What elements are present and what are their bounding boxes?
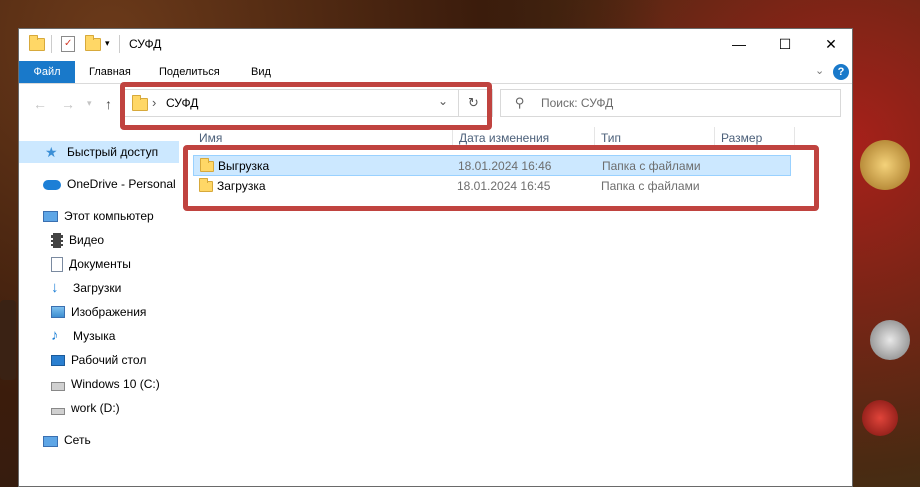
up-arrow-icon[interactable]: ↑ bbox=[105, 96, 112, 112]
download-icon: ↓ bbox=[51, 279, 59, 296]
sidebar-item-drive-d[interactable]: work (D:) bbox=[51, 397, 120, 419]
close-button[interactable]: ✕ bbox=[808, 29, 854, 59]
customize-toolbar-icon[interactable]: ▾ bbox=[105, 38, 110, 49]
sidebar-item-label: Музыка bbox=[73, 329, 116, 343]
drive-d-icon bbox=[51, 407, 65, 415]
search-icon: ⚲ bbox=[515, 95, 525, 110]
background-ornament bbox=[0, 300, 16, 380]
minimize-button[interactable]: — bbox=[716, 29, 762, 59]
sidebar-item-label: OneDrive - Personal bbox=[67, 177, 176, 191]
recent-locations-icon[interactable]: ▾ bbox=[87, 98, 92, 109]
drive-c-icon bbox=[51, 381, 65, 391]
sidebar-item-label: Изображения bbox=[71, 305, 147, 319]
background-ornament bbox=[860, 140, 910, 190]
window-title: СУФД bbox=[129, 37, 162, 51]
computer-icon bbox=[43, 210, 58, 222]
address-highlight-box bbox=[120, 82, 492, 130]
background-ornament bbox=[862, 400, 898, 436]
divider bbox=[119, 35, 120, 53]
video-icon bbox=[51, 232, 63, 248]
help-icon[interactable]: ? bbox=[833, 64, 849, 80]
sidebar-item-label: Сеть bbox=[64, 433, 91, 447]
sidebar-item-network[interactable]: Сеть bbox=[43, 429, 91, 451]
sidebar-item-label: Загрузки bbox=[73, 281, 122, 295]
background-ornament bbox=[870, 320, 910, 360]
tab-home[interactable]: Главная bbox=[79, 61, 141, 83]
sidebar-item-label: Быстрый доступ bbox=[67, 145, 159, 159]
new-folder-icon[interactable] bbox=[85, 35, 101, 54]
sidebar-item-label: work (D:) bbox=[71, 401, 120, 415]
network-icon bbox=[43, 435, 58, 447]
files-highlight-box bbox=[183, 145, 819, 211]
documents-icon bbox=[51, 256, 63, 272]
pictures-icon bbox=[51, 306, 65, 318]
sidebar-item-music[interactable]: ♪ Музыка bbox=[51, 325, 115, 347]
expand-ribbon-icon[interactable]: ⌄ bbox=[815, 64, 824, 77]
sidebar-item-desktop[interactable]: Рабочий стол bbox=[51, 349, 146, 371]
sidebar-item-label: Этот компьютер bbox=[64, 209, 154, 223]
sidebar-item-quick-access[interactable]: ★ Быстрый доступ bbox=[19, 141, 179, 163]
sidebar-item-label: Windows 10 (C:) bbox=[71, 377, 160, 391]
navigation-pane: ★ Быстрый доступ OneDrive - Personal Это… bbox=[19, 127, 179, 486]
sidebar-item-video[interactable]: Видео bbox=[51, 229, 104, 251]
music-icon: ♪ bbox=[51, 327, 59, 344]
folder-icon bbox=[29, 35, 45, 54]
sidebar-item-documents[interactable]: Документы bbox=[51, 253, 131, 275]
tab-share[interactable]: Поделиться bbox=[149, 61, 230, 83]
sidebar-item-onedrive[interactable]: OneDrive - Personal bbox=[43, 173, 176, 195]
ribbon: Файл Главная Поделиться Вид ⌄ ? bbox=[19, 61, 852, 84]
sidebar-item-label: Рабочий стол bbox=[71, 353, 147, 367]
maximize-button[interactable]: ☐ bbox=[762, 29, 808, 59]
title-bar: ✓ ▾ СУФД — ☐ ✕ bbox=[19, 29, 852, 61]
tab-view[interactable]: Вид bbox=[241, 61, 281, 83]
search-box[interactable]: ⚲ Поиск: СУФД bbox=[500, 89, 841, 117]
sidebar-item-this-pc[interactable]: Этот компьютер bbox=[43, 205, 154, 227]
forward-arrow-icon[interactable]: → bbox=[61, 96, 75, 112]
properties-icon[interactable]: ✓ bbox=[61, 36, 75, 52]
back-arrow-icon[interactable]: ← bbox=[33, 96, 47, 112]
sidebar-item-drive-c[interactable]: Windows 10 (C:) bbox=[51, 373, 160, 395]
desktop-icon bbox=[51, 354, 65, 366]
star-icon: ★ bbox=[45, 144, 58, 160]
sidebar-item-label: Видео bbox=[69, 233, 105, 247]
search-input[interactable]: Поиск: СУФД bbox=[541, 96, 613, 110]
tab-file[interactable]: Файл bbox=[19, 61, 75, 83]
divider bbox=[51, 35, 52, 53]
sidebar-item-downloads[interactable]: ↓ Загрузки bbox=[51, 277, 121, 299]
sidebar-item-pictures[interactable]: Изображения bbox=[51, 301, 146, 323]
cloud-icon bbox=[43, 180, 61, 190]
sidebar-item-label: Документы bbox=[69, 257, 131, 271]
